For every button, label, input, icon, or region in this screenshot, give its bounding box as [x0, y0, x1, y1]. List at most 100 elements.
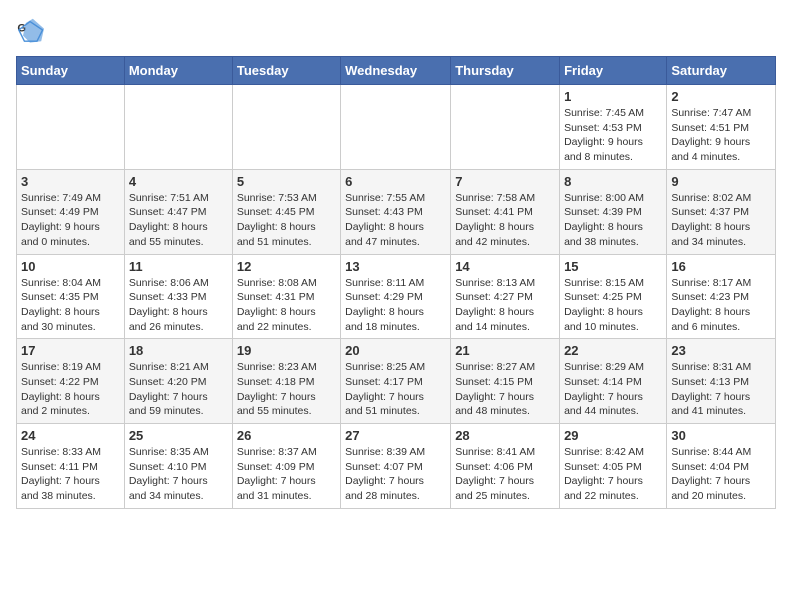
- day-number: 7: [455, 174, 555, 189]
- calendar-cell: 25 Sunrise: 8:35 AM Sunset: 4:10 PM Dayli…: [124, 424, 232, 509]
- day-number: 18: [129, 343, 228, 358]
- day-number: 27: [345, 428, 446, 443]
- calendar-cell: 1 Sunrise: 7:45 AM Sunset: 4:53 PM Daylig…: [560, 85, 667, 170]
- day-detail: Sunrise: 8:08 AM Sunset: 4:31 PM Dayligh…: [237, 276, 336, 335]
- day-detail: Sunrise: 8:37 AM Sunset: 4:09 PM Dayligh…: [237, 445, 336, 504]
- calendar-cell: 24 Sunrise: 8:33 AM Sunset: 4:11 PM Dayli…: [17, 424, 125, 509]
- day-detail: Sunrise: 7:51 AM Sunset: 4:47 PM Dayligh…: [129, 191, 228, 250]
- day-detail: Sunrise: 8:25 AM Sunset: 4:17 PM Dayligh…: [345, 360, 446, 419]
- day-number: 28: [455, 428, 555, 443]
- calendar-cell: 26 Sunrise: 8:37 AM Sunset: 4:09 PM Dayli…: [232, 424, 340, 509]
- day-number: 14: [455, 259, 555, 274]
- calendar-cell: 21Sunrise: 8:27 AM Sunset: 4:15 PM Dayli…: [451, 339, 560, 424]
- day-detail: Sunrise: 8:00 AM Sunset: 4:39 PM Dayligh…: [564, 191, 662, 250]
- day-number: 30: [671, 428, 771, 443]
- day-detail: Sunrise: 7:47 AM Sunset: 4:51 PM Dayligh…: [671, 106, 771, 165]
- calendar-cell: 5 Sunrise: 7:53 AM Sunset: 4:45 PM Daylig…: [232, 169, 340, 254]
- day-number: 29: [564, 428, 662, 443]
- day-detail: Sunrise: 8:11 AM Sunset: 4:29 PM Dayligh…: [345, 276, 446, 335]
- weekday-header-thursday: Thursday: [451, 57, 560, 85]
- day-number: 11: [129, 259, 228, 274]
- day-number: 22: [564, 343, 662, 358]
- logo-icon: G: [16, 16, 44, 44]
- day-detail: Sunrise: 8:15 AM Sunset: 4:25 PM Dayligh…: [564, 276, 662, 335]
- day-detail: Sunrise: 7:58 AM Sunset: 4:41 PM Dayligh…: [455, 191, 555, 250]
- day-detail: Sunrise: 8:41 AM Sunset: 4:06 PM Dayligh…: [455, 445, 555, 504]
- page-header: G: [16, 16, 776, 44]
- calendar-cell: 8 Sunrise: 8:00 AM Sunset: 4:39 PM Daylig…: [560, 169, 667, 254]
- weekday-header-tuesday: Tuesday: [232, 57, 340, 85]
- day-detail: Sunrise: 7:49 AM Sunset: 4:49 PM Dayligh…: [21, 191, 120, 250]
- day-detail: Sunrise: 8:23 AM Sunset: 4:18 PM Dayligh…: [237, 360, 336, 419]
- day-number: 6: [345, 174, 446, 189]
- calendar-cell: 19 Sunrise: 8:23 AM Sunset: 4:18 PM Dayli…: [232, 339, 340, 424]
- day-detail: Sunrise: 8:06 AM Sunset: 4:33 PM Dayligh…: [129, 276, 228, 335]
- calendar-cell: 9Sunrise: 8:02 AM Sunset: 4:37 PM Daylig…: [667, 169, 776, 254]
- day-number: 25: [129, 428, 228, 443]
- day-number: 8: [564, 174, 662, 189]
- calendar-cell: 17 Sunrise: 8:19 AM Sunset: 4:22 PM Dayli…: [17, 339, 125, 424]
- day-number: 4: [129, 174, 228, 189]
- calendar-cell: 30 Sunrise: 8:44 AM Sunset: 4:04 PM Dayli…: [667, 424, 776, 509]
- calendar-cell: [232, 85, 340, 170]
- calendar-cell: 6 Sunrise: 7:55 AM Sunset: 4:43 PM Daylig…: [341, 169, 451, 254]
- calendar-cell: 3 Sunrise: 7:49 AM Sunset: 4:49 PM Daylig…: [17, 169, 125, 254]
- weekday-header-sunday: Sunday: [17, 57, 125, 85]
- day-detail: Sunrise: 7:45 AM Sunset: 4:53 PM Dayligh…: [564, 106, 662, 165]
- calendar-cell: 16 Sunrise: 8:17 AM Sunset: 4:23 PM Dayli…: [667, 254, 776, 339]
- day-detail: Sunrise: 8:17 AM Sunset: 4:23 PM Dayligh…: [671, 276, 771, 335]
- calendar-cell: 18Sunrise: 8:21 AM Sunset: 4:20 PM Dayli…: [124, 339, 232, 424]
- day-detail: Sunrise: 8:04 AM Sunset: 4:35 PM Dayligh…: [21, 276, 120, 335]
- day-detail: Sunrise: 8:42 AM Sunset: 4:05 PM Dayligh…: [564, 445, 662, 504]
- calendar-cell: 7 Sunrise: 7:58 AM Sunset: 4:41 PM Daylig…: [451, 169, 560, 254]
- day-detail: Sunrise: 8:02 AM Sunset: 4:37 PM Dayligh…: [671, 191, 771, 250]
- day-number: 15: [564, 259, 662, 274]
- calendar-cell: 28 Sunrise: 8:41 AM Sunset: 4:06 PM Dayli…: [451, 424, 560, 509]
- day-number: 3: [21, 174, 120, 189]
- day-number: 16: [671, 259, 771, 274]
- weekday-header-saturday: Saturday: [667, 57, 776, 85]
- calendar-cell: 20 Sunrise: 8:25 AM Sunset: 4:17 PM Dayli…: [341, 339, 451, 424]
- calendar-cell: 14Sunrise: 8:13 AM Sunset: 4:27 PM Dayli…: [451, 254, 560, 339]
- calendar-cell: 29 Sunrise: 8:42 AM Sunset: 4:05 PM Dayli…: [560, 424, 667, 509]
- calendar-cell: 27 Sunrise: 8:39 AM Sunset: 4:07 PM Dayli…: [341, 424, 451, 509]
- day-number: 20: [345, 343, 446, 358]
- calendar-cell: [17, 85, 125, 170]
- day-number: 12: [237, 259, 336, 274]
- calendar-cell: [341, 85, 451, 170]
- calendar-cell: [124, 85, 232, 170]
- calendar-cell: 22 Sunrise: 8:29 AM Sunset: 4:14 PM Dayli…: [560, 339, 667, 424]
- day-detail: Sunrise: 8:33 AM Sunset: 4:11 PM Dayligh…: [21, 445, 120, 504]
- day-detail: Sunrise: 8:31 AM Sunset: 4:13 PM Dayligh…: [671, 360, 771, 419]
- day-number: 26: [237, 428, 336, 443]
- logo: G: [16, 16, 48, 44]
- day-number: 10: [21, 259, 120, 274]
- day-detail: Sunrise: 8:29 AM Sunset: 4:14 PM Dayligh…: [564, 360, 662, 419]
- day-detail: Sunrise: 7:53 AM Sunset: 4:45 PM Dayligh…: [237, 191, 336, 250]
- day-number: 23: [671, 343, 771, 358]
- day-number: 5: [237, 174, 336, 189]
- calendar-cell: 23 Sunrise: 8:31 AM Sunset: 4:13 PM Dayli…: [667, 339, 776, 424]
- calendar-cell: [451, 85, 560, 170]
- calendar-cell: 11 Sunrise: 8:06 AM Sunset: 4:33 PM Dayli…: [124, 254, 232, 339]
- day-detail: Sunrise: 8:35 AM Sunset: 4:10 PM Dayligh…: [129, 445, 228, 504]
- day-number: 1: [564, 89, 662, 104]
- day-number: 24: [21, 428, 120, 443]
- day-detail: Sunrise: 7:55 AM Sunset: 4:43 PM Dayligh…: [345, 191, 446, 250]
- weekday-header-wednesday: Wednesday: [341, 57, 451, 85]
- day-number: 13: [345, 259, 446, 274]
- day-number: 17: [21, 343, 120, 358]
- calendar-cell: 13 Sunrise: 8:11 AM Sunset: 4:29 PM Dayli…: [341, 254, 451, 339]
- calendar-table: SundayMondayTuesdayWednesdayThursdayFrid…: [16, 56, 776, 509]
- calendar-cell: 15 Sunrise: 8:15 AM Sunset: 4:25 PM Dayli…: [560, 254, 667, 339]
- calendar-cell: 4 Sunrise: 7:51 AM Sunset: 4:47 PM Daylig…: [124, 169, 232, 254]
- day-detail: Sunrise: 8:19 AM Sunset: 4:22 PM Dayligh…: [21, 360, 120, 419]
- day-number: 21: [455, 343, 555, 358]
- calendar-cell: 2Sunrise: 7:47 AM Sunset: 4:51 PM Daylig…: [667, 85, 776, 170]
- calendar-cell: 12 Sunrise: 8:08 AM Sunset: 4:31 PM Dayli…: [232, 254, 340, 339]
- day-number: 19: [237, 343, 336, 358]
- weekday-header-monday: Monday: [124, 57, 232, 85]
- day-detail: Sunrise: 8:44 AM Sunset: 4:04 PM Dayligh…: [671, 445, 771, 504]
- calendar-cell: 10 Sunrise: 8:04 AM Sunset: 4:35 PM Dayli…: [17, 254, 125, 339]
- day-detail: Sunrise: 8:39 AM Sunset: 4:07 PM Dayligh…: [345, 445, 446, 504]
